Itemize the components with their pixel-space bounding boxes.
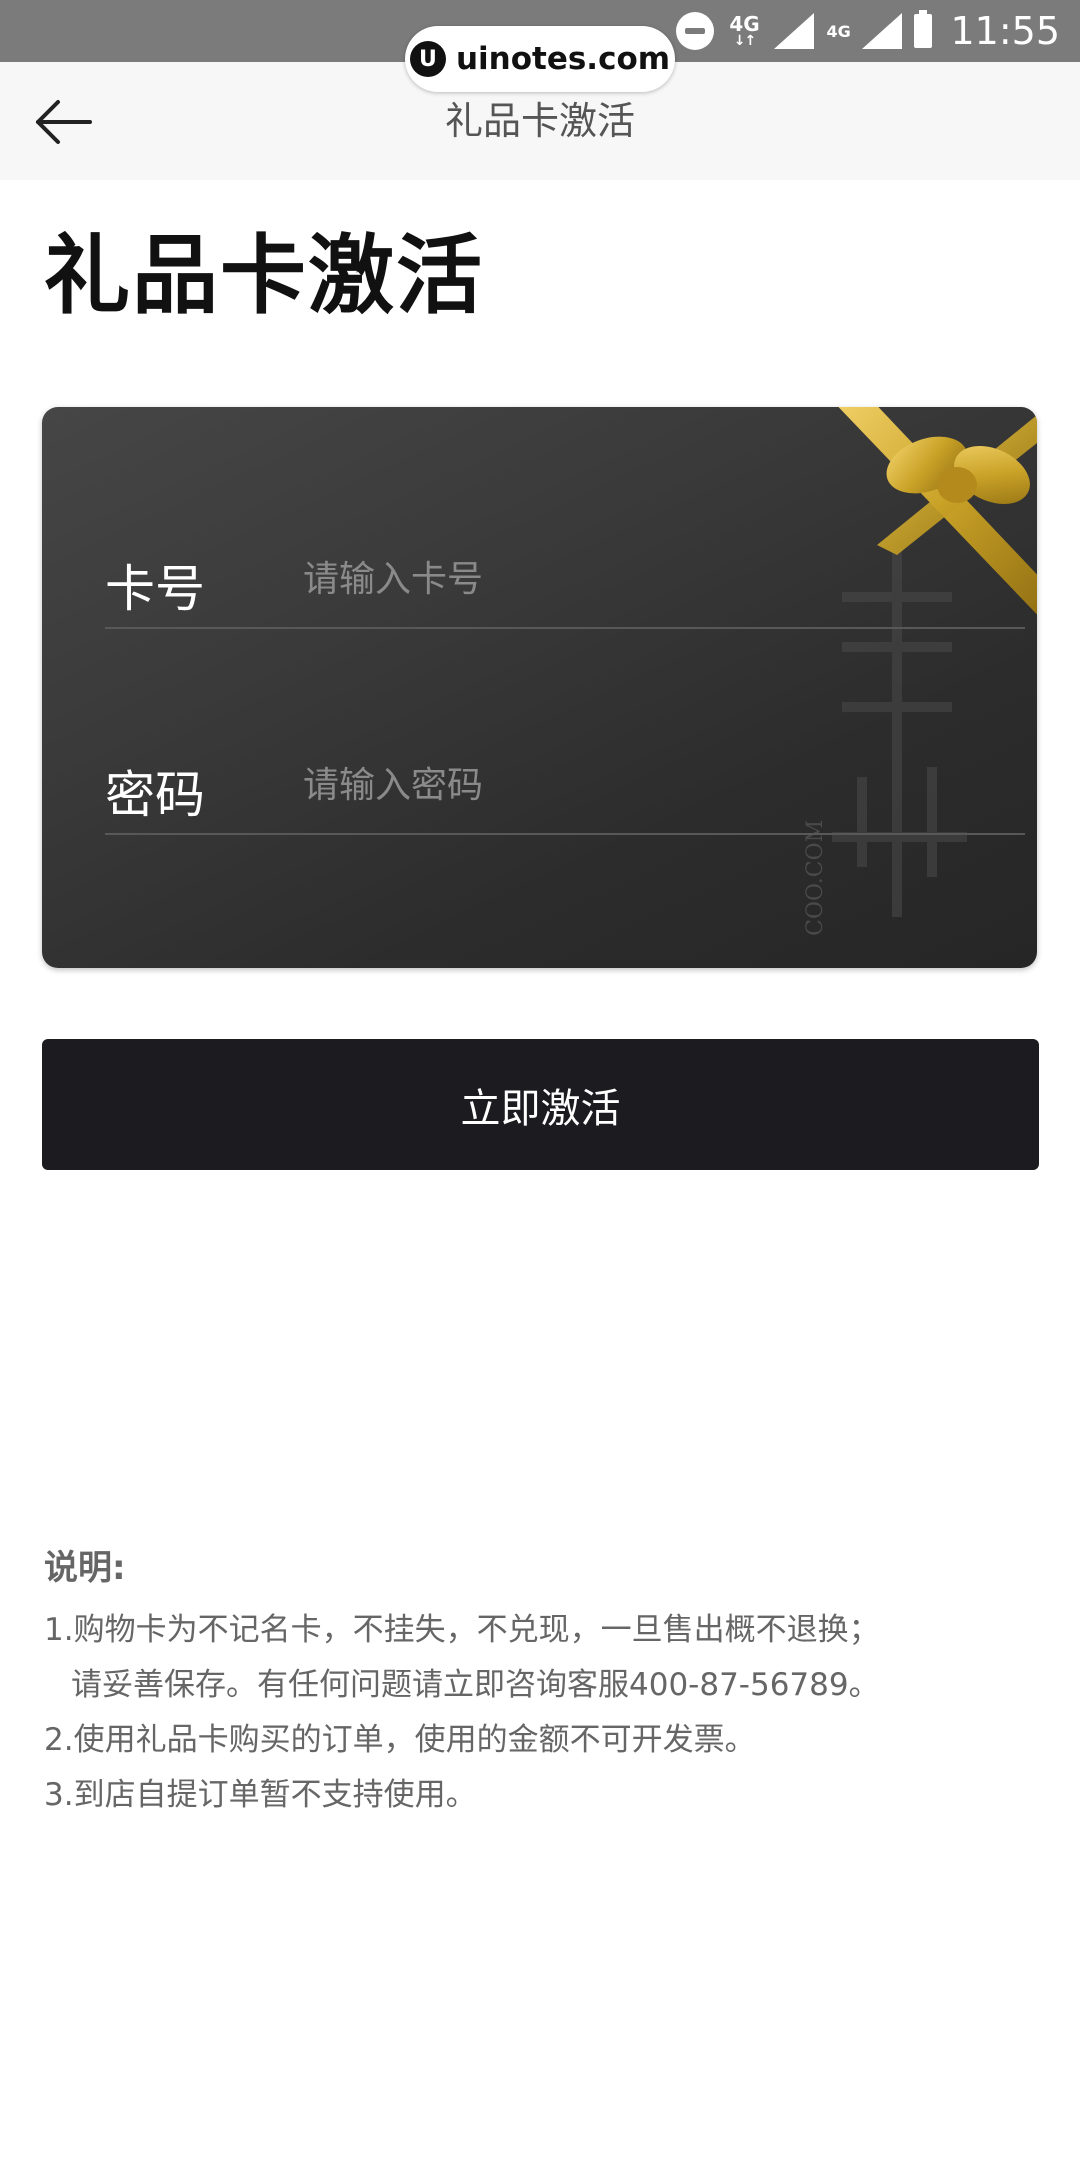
notes-title: 说明: [44,1548,126,1588]
card-watermark-text: SECOO.COM [803,820,828,937]
card-number-row: 卡号 [105,519,1025,629]
password-label: 密码 [105,766,205,824]
gift-card-form: SECOO.COM 卡号 密码 [42,407,1037,968]
arrow-left-icon [36,100,92,144]
password-input[interactable] [303,761,823,809]
card-number-label: 卡号 [105,560,205,618]
notes-section: 说明: 1.购物卡为不记名卡，不挂失，不兑现，一旦售出概不退换； 请妥善保存。有… [44,1540,1044,1823]
data-arrows-icon: ↓↑ [733,33,756,49]
note-line-3: 2.使用礼品卡购买的订单，使用的金额不可开发票。 [44,1722,756,1758]
signal-strength-icon-2 [862,13,903,49]
password-divider [105,833,1025,835]
note-line-4: 3.到店自提订单暂不支持使用。 [44,1777,477,1813]
note-line-2: 请妥善保存。有任何问题请立即咨询客服400-87-56789。 [71,1667,880,1703]
network-type-label-2: 4G [826,22,851,41]
note-line-1: 1.购物卡为不记名卡，不挂失，不兑现，一旦售出概不退换； [44,1612,880,1648]
card-number-input[interactable] [303,555,823,603]
watermark-text: uinotes.com [455,41,671,77]
signal-strength-icon [774,13,815,49]
status-time: 11:55 [950,9,1060,53]
card-number-divider [105,627,1025,629]
password-row: 密码 [105,725,1025,835]
page-title: 礼品卡激活 [44,226,484,326]
site-watermark: U uinotes.com [405,26,675,92]
do-not-disturb-icon [676,12,715,50]
back-button[interactable] [28,92,98,152]
activate-now-button[interactable]: 立即激活 [42,1039,1039,1170]
network-type-icon: 4G ↓↑ [726,14,762,48]
battery-icon [914,10,933,48]
network-type-icon-2: 4G [826,20,850,42]
status-icons: 4G ↓↑ 4G 11:55 [676,0,1060,62]
uinotes-logo-icon: U [409,41,446,77]
